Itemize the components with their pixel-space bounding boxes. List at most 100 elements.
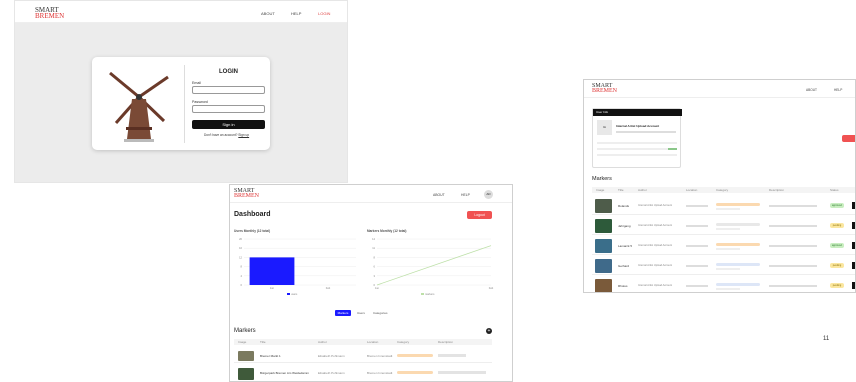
y-tick-label: 16 [239, 246, 242, 250]
dashboard-screenshot: SMART BREMEN ABOUT HELP AD Dashboard Log… [229, 184, 513, 382]
user-detail-line [597, 154, 677, 156]
windmill-image [109, 71, 169, 142]
col-description: Description [438, 340, 454, 344]
x-tick-label: Jun [375, 286, 380, 290]
page-number: 11 [823, 336, 830, 342]
add-button[interactable] [842, 135, 855, 142]
y-tick-label: 0 [241, 283, 243, 287]
col-description: Description [769, 188, 785, 192]
table-row[interactable]: Lamarck 5 Internal Artist Upload Account a… [592, 237, 855, 255]
signup-prompt: Don't have an account? Sign up [204, 133, 249, 137]
status-badge: pending [830, 223, 844, 228]
col-status: Status [830, 188, 839, 192]
signin-button[interactable]: Sign in [192, 120, 265, 129]
avatar: IA [597, 120, 612, 135]
tab-categories[interactable]: Categories [373, 311, 388, 315]
category-sub [716, 248, 740, 250]
users-bar-chart: 20 16 12 8 4 0 Jun Feb users [239, 237, 356, 296]
row-title: Rolands [618, 204, 630, 208]
status-badge: pending [830, 283, 844, 288]
dashboard-header: SMART BREMEN ABOUT HELP AD [230, 185, 512, 203]
table-row[interactable]: Bremer Markt 1 Elisabeth Pohlmann Bremen… [234, 349, 492, 363]
logo-line2: BREMEN [35, 12, 65, 20]
signup-link[interactable]: Sign up [238, 133, 249, 137]
legend-label: users [291, 292, 298, 296]
logo-line2: BREMEN [592, 88, 618, 94]
row-author: Elisabeth Pohlmann [318, 371, 345, 375]
add-marker-button[interactable]: + [486, 328, 492, 334]
legend-label: markers [425, 292, 435, 296]
row-action-button[interactable] [852, 282, 855, 289]
nav-help[interactable]: HELP [834, 88, 842, 92]
row-action-button[interactable] [852, 262, 855, 269]
y-tick-label: 8 [241, 265, 243, 269]
marker-thumbnail [595, 199, 612, 213]
email-field[interactable] [192, 86, 265, 94]
row-location [686, 205, 708, 207]
category-sub [716, 208, 740, 210]
nav-about[interactable]: ABOUT [806, 88, 817, 92]
logo[interactable]: SMART BREMEN [592, 83, 618, 94]
col-title: Title [618, 188, 624, 192]
category-sub [716, 228, 740, 230]
password-field[interactable] [192, 105, 265, 113]
logo[interactable]: SMART BREMEN [35, 7, 65, 20]
table-row[interactable]: Jahrgang Internal Artist Upload Account pe… [592, 217, 855, 235]
row-author: Elisabeth Pohlmann [318, 354, 345, 358]
row-description [769, 205, 817, 207]
nav-about[interactable]: ABOUT [433, 193, 445, 197]
row-author: Internal Artist Upload Account [638, 264, 673, 267]
category-badge [716, 243, 760, 246]
nav-help[interactable]: HELP [461, 193, 470, 197]
tab-users[interactable]: Users [357, 311, 365, 315]
page-title: Dashboard [234, 211, 271, 218]
user-email [616, 131, 676, 133]
row-location [686, 245, 708, 247]
row-location: Bremen Innenstadt [367, 354, 393, 358]
col-title: Title [260, 340, 266, 344]
marker-thumbnail [595, 259, 612, 273]
row-location [686, 265, 708, 267]
row-action-button[interactable] [852, 202, 855, 209]
row-author: Internal Artist Upload Account [638, 224, 673, 227]
nav-login[interactable]: LOGIN [318, 11, 330, 16]
table-row[interactable]: Rolands Internal Artist Upload Account app… [592, 197, 855, 215]
markers-section-title: Markers [234, 328, 256, 334]
table-row[interactable]: Bürgerpark Bremen Am Weidedamm Elisabeth… [234, 366, 492, 380]
table-row[interactable]: Gerhard Internal Artist Upload Account pen… [592, 257, 855, 275]
col-author: Author [638, 188, 647, 192]
y-tick-label: 4 [241, 274, 243, 278]
table-header: Image Title Author Location Category Des… [234, 339, 492, 345]
avatar[interactable]: AD [484, 190, 493, 199]
category-badge [397, 371, 433, 374]
x-tick-label: Feb [326, 286, 331, 290]
nav-help[interactable]: HELP [291, 11, 301, 16]
users-chart-title: Users Monthly (12 total) [234, 229, 271, 233]
logout-button[interactable]: Logout [467, 211, 492, 219]
row-author: Internal Artist Upload Account [638, 244, 673, 247]
status-badge: pending [830, 263, 844, 268]
markers-chart-title: Markers Monthly (12 total) [367, 229, 407, 233]
row-action-button[interactable] [852, 222, 855, 229]
marker-thumbnail [595, 219, 612, 233]
row-title: Jahrgang [618, 224, 631, 228]
row-description [769, 225, 817, 227]
marker-thumbnail [238, 351, 254, 361]
row-author: Internal Artist Upload Account [638, 204, 673, 207]
row-action-button[interactable] [852, 242, 855, 249]
table-row[interactable]: Rhotus Internal Artist Upload Account pend… [592, 277, 855, 292]
logo[interactable]: SMART BREMEN [234, 188, 259, 199]
row-title: Rhotus [618, 284, 628, 288]
category-badge [716, 203, 760, 206]
tab-markers[interactable]: Markers [335, 310, 351, 316]
y-tick-label: 20 [239, 237, 242, 241]
y-tick-label: 12 [239, 255, 242, 259]
login-card: LOGIN Email Password Sign in Don't have … [92, 57, 270, 150]
x-tick-label: Jun [270, 286, 275, 290]
login-page-screenshot: SMART BREMEN ABOUT HELP LOGIN LOGIN Emai… [14, 0, 348, 183]
category-badge [397, 354, 433, 357]
x-tick-label: Feb [489, 286, 494, 290]
status-badge: approved [830, 243, 844, 248]
status-indicator [668, 148, 677, 150]
nav-about[interactable]: ABOUT [261, 11, 275, 16]
